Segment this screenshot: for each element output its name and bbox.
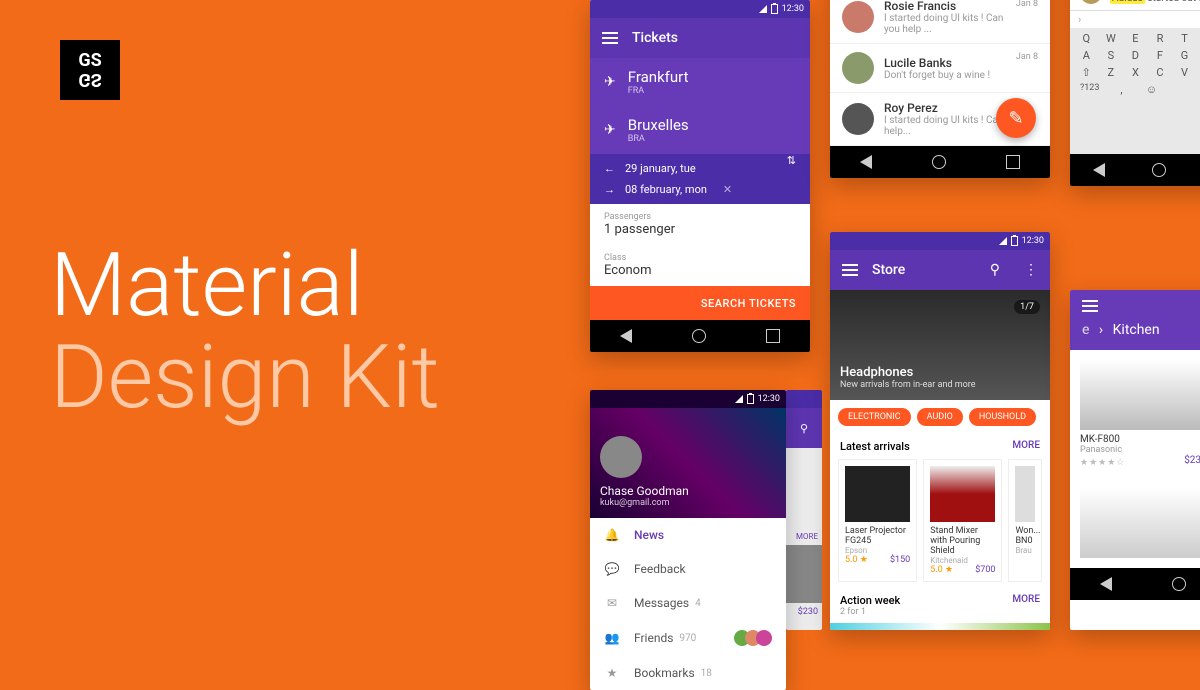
- avatar: [842, 52, 874, 84]
- plane-icon: ✈: [604, 74, 616, 90]
- phone-contacts: I started doing UI kits ! Can you help .…: [830, 0, 1050, 178]
- android-navbar: [1070, 568, 1200, 600]
- product-card[interactable]: MK-F800Panasonic★★★★☆$230: [1080, 360, 1200, 468]
- more-link[interactable]: MORE: [786, 528, 822, 545]
- bell-icon: 🔔: [604, 528, 620, 542]
- avatar: [1080, 0, 1102, 4]
- product-card[interactable]: Stand Mixer with Pouring ShieldKitchenai…: [923, 459, 1002, 582]
- mail-icon: ✉: [604, 596, 620, 610]
- category-chip[interactable]: AUDIO: [917, 408, 963, 426]
- battery-icon: [747, 394, 754, 404]
- section-title: Latest arrivals: [840, 440, 910, 453]
- product-card[interactable]: Laser Projector FG245Epson5.0 ★$150: [838, 459, 917, 582]
- phone-store: 12:30 Store⚲⋮ 1/7 Headphones New arrival…: [830, 232, 1050, 630]
- breadcrumb-parent[interactable]: e: [1082, 322, 1089, 338]
- hero-line1: Material: [50, 234, 364, 337]
- rating-stars: ★★★★☆: [1080, 458, 1125, 468]
- avatar: [600, 436, 642, 478]
- home-icon[interactable]: [1172, 577, 1186, 591]
- hero-title: Material Design Kit: [50, 240, 440, 425]
- home-icon[interactable]: [1152, 163, 1166, 177]
- product-card[interactable]: [1080, 488, 1200, 558]
- signal-icon: [999, 237, 1007, 245]
- message-row: Olivia HeldensAdidas started out as a: [1070, 0, 1200, 10]
- signal-icon: [759, 5, 767, 13]
- signal-icon: [735, 395, 743, 403]
- contact-row[interactable]: Lucile BanksDon't forget buy a wine !Jan…: [830, 44, 1050, 93]
- hero-banner[interactable]: 1/7 Headphones New arrivals from in-ear …: [830, 290, 1050, 400]
- search-tickets-button[interactable]: SEARCH TICKETS: [590, 286, 810, 320]
- people-icon: 👥: [604, 631, 620, 645]
- brand-logo: GS GS: [60, 40, 120, 100]
- avatar: [842, 103, 874, 135]
- chat-input[interactable]: ›: [1070, 10, 1200, 28]
- pager-badge: 1/7: [1014, 300, 1040, 314]
- more-link[interactable]: MORE: [1012, 594, 1040, 617]
- pencil-icon: ✎: [1008, 108, 1023, 129]
- passengers-field[interactable]: Passengers 1 passenger: [590, 204, 810, 245]
- phone-tickets: 12:30 Tickets ✈ FrankfurtFRA ✈ Bruxelles…: [590, 0, 810, 352]
- chevron-right-icon: ›: [1078, 13, 1081, 26]
- screen-title: Store: [872, 262, 976, 278]
- product-card[interactable]: Won... BN0Brau: [1008, 459, 1042, 582]
- chat-icon: 💬: [604, 562, 620, 576]
- contact-row[interactable]: Rosie FrancisI started doing UI kits ! C…: [830, 0, 1050, 44]
- hero-line2: Design Kit: [50, 326, 440, 429]
- home-icon[interactable]: [932, 155, 946, 169]
- plane-icon: ✈: [604, 122, 616, 138]
- to-row[interactable]: ✈ BruxellesBRA: [590, 106, 810, 154]
- arrow-right-icon: →: [604, 183, 615, 196]
- back-icon[interactable]: [1093, 163, 1105, 177]
- menu-icon[interactable]: [842, 264, 858, 276]
- arrow-left-icon: ←: [604, 162, 615, 175]
- screen-title: Tickets: [632, 30, 678, 46]
- star-icon: ★: [604, 666, 620, 680]
- drawer-item-bookmarks[interactable]: ★Bookmarks18: [590, 656, 786, 690]
- clear-icon[interactable]: ✕: [723, 183, 732, 196]
- keyboard[interactable]: QWERTYU ASDFGHJ ⇧ZXCVBN ?123,☺: [1070, 28, 1200, 154]
- return-date[interactable]: →08 february, mon✕: [604, 183, 796, 196]
- drawer-item-friends[interactable]: 👥Friends970: [590, 620, 786, 656]
- menu-icon[interactable]: [1082, 300, 1098, 312]
- recents-icon[interactable]: [1006, 155, 1020, 169]
- phone-kitchen: e › Kitchen MK-F800Panasonic★★★★☆$230 CJ…: [1070, 290, 1200, 630]
- chevron-right-icon: ›: [1099, 322, 1103, 338]
- drawer-item-feedback[interactable]: 💬Feedback: [590, 552, 786, 586]
- overflow-icon[interactable]: ⋮: [1024, 262, 1038, 278]
- drawer-item-news[interactable]: 🔔News: [590, 518, 786, 552]
- drawer-header: Chase Goodman kuku@gmail.com: [590, 408, 786, 518]
- from-row[interactable]: ✈ FrankfurtFRA: [590, 58, 810, 106]
- battery-icon: [1011, 236, 1018, 246]
- compose-fab[interactable]: ✎: [996, 98, 1036, 138]
- price-tag: $230: [786, 603, 822, 621]
- breadcrumb-current: Kitchen: [1113, 322, 1160, 338]
- back-icon[interactable]: [860, 155, 872, 169]
- category-chip[interactable]: ELECTRONIC: [838, 408, 911, 426]
- back-icon[interactable]: [1100, 577, 1112, 591]
- drawer-item-messages[interactable]: ✉Messages4: [590, 586, 786, 620]
- phone-chat: ...was the second Adi Olivia HeldensAdid…: [1070, 0, 1200, 186]
- recents-icon[interactable]: [766, 329, 780, 343]
- phone-drawer: 12:30 Chase Goodman kuku@gmail.com 🔔News…: [590, 390, 786, 690]
- category-chip[interactable]: HOUSHOLD: [969, 408, 1036, 426]
- phone-sliver: ⚲ MORE $230: [786, 390, 822, 630]
- home-icon[interactable]: [692, 329, 706, 343]
- appbar: Tickets: [590, 18, 810, 58]
- android-navbar: [590, 320, 810, 352]
- search-icon[interactable]: ⚲: [786, 408, 822, 448]
- menu-icon[interactable]: [602, 32, 618, 44]
- more-link[interactable]: MORE: [1012, 440, 1040, 453]
- depart-date[interactable]: ←29 january, tue: [604, 162, 796, 175]
- back-icon[interactable]: [620, 329, 632, 343]
- android-navbar: [830, 146, 1050, 178]
- search-icon[interactable]: ⚲: [990, 262, 1000, 278]
- breadcrumb: [1070, 290, 1200, 322]
- class-field[interactable]: Class Econom: [590, 245, 810, 286]
- swap-icon[interactable]: ⇅: [787, 154, 796, 167]
- android-navbar: [1070, 154, 1200, 186]
- battery-icon: [771, 4, 778, 14]
- section-title: Action week: [840, 594, 900, 607]
- avatar: [842, 1, 874, 33]
